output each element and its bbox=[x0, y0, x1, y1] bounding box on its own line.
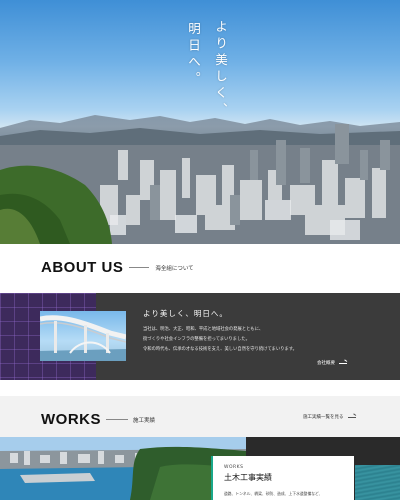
works-list-link-label: 施工実績一覧を見る bbox=[303, 415, 344, 420]
company-profile-link-label: 会社概要 bbox=[317, 361, 335, 366]
hero-catchcopy: より美しく、 明日へ。 bbox=[184, 20, 230, 119]
works-card[interactable]: WORKS 土木工事実績 道路、トンネル、橋梁、砂防、造成、上下水道整備など、 bbox=[211, 456, 354, 500]
about-paragraph-line1: 当社は、明治、大正、昭和、平成と地域社会の発展とともに、 bbox=[143, 327, 264, 332]
works-heading-ja: 施工実績 bbox=[133, 417, 156, 424]
works-port-photo bbox=[0, 437, 246, 500]
heading-divider bbox=[106, 419, 128, 420]
company-profile-link[interactable]: 会社概要 bbox=[317, 360, 347, 366]
sea-photo bbox=[355, 465, 400, 500]
hero-image: より美しく、 明日へ。 bbox=[0, 0, 400, 244]
hero-copy-line1: より美しく、 bbox=[213, 20, 228, 119]
hero-copy-line2: 明日へ。 bbox=[186, 22, 201, 88]
works-heading-en: WORKS bbox=[41, 411, 101, 428]
about-paragraph-line2: 街づくりや社会インフラの整備を担ってまいりました。 bbox=[143, 337, 250, 342]
card-label: WORKS bbox=[224, 465, 244, 470]
card-text: 道路、トンネル、橋梁、砂防、造成、上下水道整備など、 bbox=[224, 491, 323, 496]
bridge-illustration bbox=[40, 315, 126, 361]
about-heading: ABOUT US 海全組について bbox=[41, 259, 194, 276]
arrow-right-icon bbox=[347, 416, 356, 418]
about-heading-en: ABOUT US bbox=[41, 259, 124, 276]
card-accent-bar bbox=[211, 456, 213, 500]
works-heading: WORKS 施工実績 bbox=[41, 411, 155, 428]
about-paragraph-line3: 令和の時代も、伝承の才なる技術を支え、美しい自然を守り続けてまいります。 bbox=[143, 347, 297, 352]
bridge-photo bbox=[40, 311, 126, 361]
works-list-link[interactable]: 施工実績一覧を見る bbox=[303, 414, 356, 420]
heading-divider bbox=[129, 267, 150, 268]
arrow-right-icon bbox=[339, 362, 347, 364]
card-title: 土木工事実績 bbox=[224, 473, 272, 482]
about-heading-ja: 海全組について bbox=[155, 265, 194, 272]
about-title: より美しく、明日へ。 bbox=[143, 309, 228, 318]
port-city-illustration bbox=[0, 437, 246, 500]
